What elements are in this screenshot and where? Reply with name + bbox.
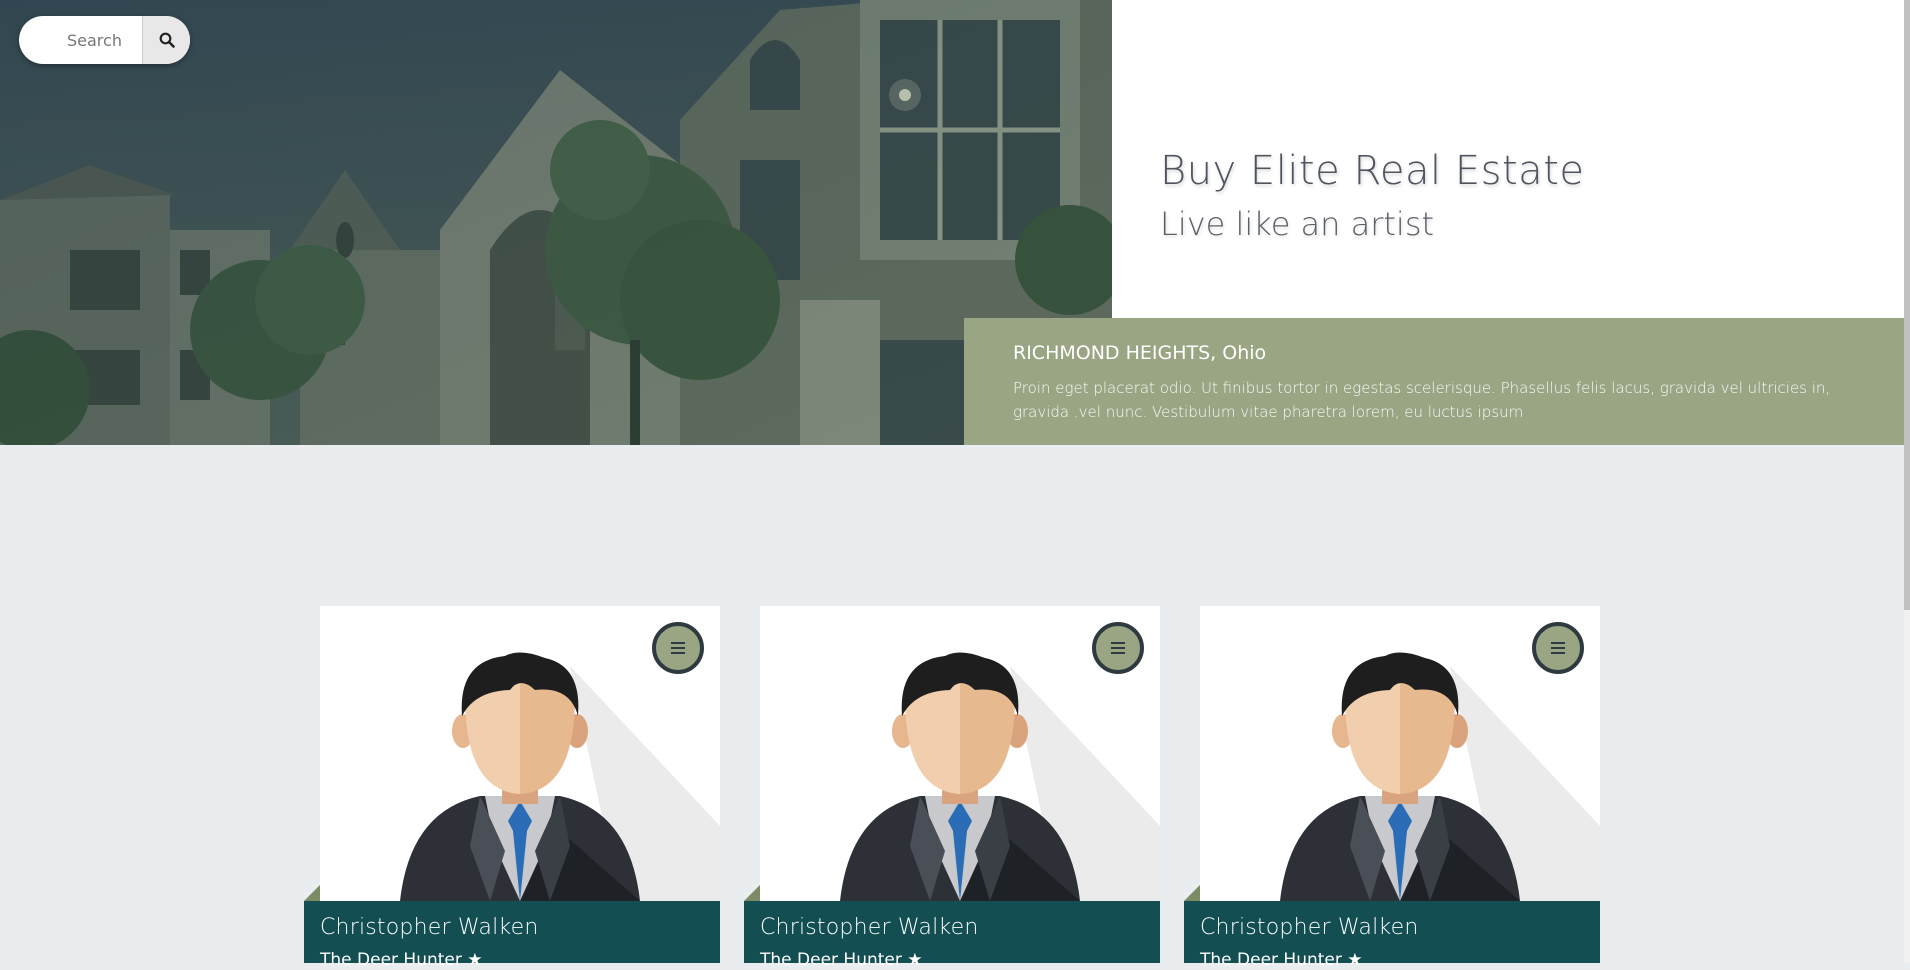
agent-role-label: The Deer Hunter <box>760 950 902 970</box>
agent-card: Christopher Walken The Deer Hunter ★ <box>304 606 720 970</box>
star-icon: ★ <box>907 950 923 970</box>
menu-icon <box>1111 642 1125 654</box>
card-corner-fold <box>744 885 760 901</box>
hero-building-image <box>0 0 1112 445</box>
agent-caption: Christopher Walken The Deer Hunter ★ <box>1184 901 1600 970</box>
card-menu-button[interactable] <box>1532 622 1584 674</box>
agent-card: Christopher Walken The Deer Hunter ★ <box>1184 606 1600 970</box>
agent-role: The Deer Hunter ★ <box>760 950 1160 970</box>
location-description: Proin eget placerat odio. Ut finibus tor… <box>1013 379 1831 421</box>
agent-name[interactable]: Christopher Walken <box>320 915 720 940</box>
agent-role-label: The Deer Hunter <box>1200 950 1342 970</box>
location-title: RICHMOND HEIGHTS, Ohio <box>1013 342 1267 364</box>
agent-caption: Christopher Walken The Deer Hunter ★ <box>744 901 1160 970</box>
agent-role-label: The Deer Hunter <box>320 950 462 970</box>
search-bar <box>19 16 190 64</box>
search-input[interactable] <box>19 16 142 64</box>
agent-name[interactable]: Christopher Walken <box>760 915 1160 940</box>
star-icon: ★ <box>467 950 483 970</box>
page-scrollbar[interactable] <box>1904 0 1910 963</box>
hero-subtitle: Live like an artist <box>1160 205 1435 243</box>
card-menu-button[interactable] <box>1092 622 1144 674</box>
hero-title: Buy Elite Real Estate <box>1160 148 1585 194</box>
agent-card: Christopher Walken The Deer Hunter ★ <box>744 606 1160 970</box>
agent-name[interactable]: Christopher Walken <box>1200 915 1600 940</box>
card-menu-button[interactable] <box>652 622 704 674</box>
card-corner-fold <box>304 885 320 901</box>
location-info-box: RICHMOND HEIGHTS, Ohio Proin eget placer… <box>964 318 1904 445</box>
menu-icon <box>671 642 685 654</box>
agent-role: The Deer Hunter ★ <box>1200 950 1600 970</box>
card-corner-fold <box>1184 885 1200 901</box>
agent-role: The Deer Hunter ★ <box>320 950 720 970</box>
search-icon <box>159 32 175 48</box>
scrollbar-thumb[interactable] <box>1904 0 1910 610</box>
star-icon: ★ <box>1347 950 1363 970</box>
agent-caption: Christopher Walken The Deer Hunter ★ <box>304 901 720 970</box>
menu-icon <box>1551 642 1565 654</box>
hero-section: Buy Elite Real Estate Live like an artis… <box>0 0 1904 445</box>
search-button[interactable] <box>142 16 190 64</box>
